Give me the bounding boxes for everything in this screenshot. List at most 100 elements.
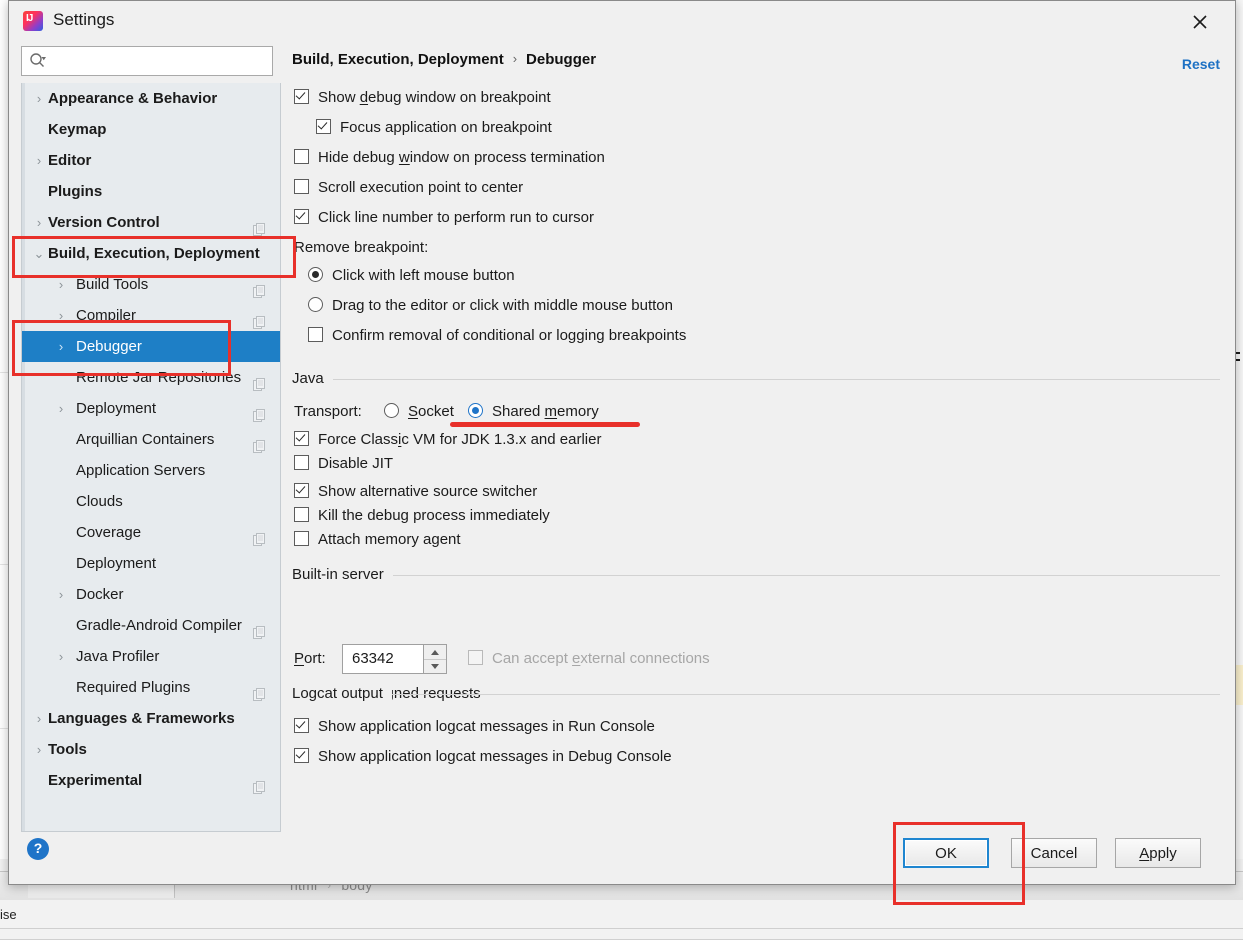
radio-dot[interactable] <box>468 403 483 418</box>
tree-item-languages-frameworks[interactable]: ›Languages & Frameworks <box>22 703 280 734</box>
close-icon[interactable] <box>1187 9 1213 35</box>
chevron-right-icon[interactable]: › <box>32 145 46 176</box>
spinner-up-icon[interactable] <box>424 645 446 659</box>
tree-item-label: Languages & Frameworks <box>48 703 235 734</box>
tree-item-compiler[interactable]: ›Compiler <box>22 300 280 331</box>
label-pre: Show alternative source switcher <box>318 483 537 500</box>
tree-item-deployment[interactable]: Deployment <box>22 548 280 579</box>
settings-content-panel: Build, Execution, Deployment›Debugger Re… <box>292 46 1221 824</box>
checkbox-hide-debug-window[interactable]: Hide debug window on process termination <box>294 149 605 166</box>
checkbox-disable-jit[interactable]: Disable JIT <box>294 455 393 472</box>
radio-dot[interactable] <box>384 403 399 418</box>
tree-item-docker[interactable]: ›Docker <box>22 579 280 610</box>
radio-transport-socket[interactable]: Socket <box>384 403 454 420</box>
checkbox-confirm-removal[interactable]: Confirm removal of conditional or loggin… <box>308 327 686 344</box>
label-pre: Shared <box>492 403 545 420</box>
tree-item-keymap[interactable]: Keymap <box>22 114 280 145</box>
checkbox-box[interactable] <box>294 718 309 733</box>
checkbox-box[interactable] <box>294 483 309 498</box>
label-mnemonic: S <box>408 403 418 420</box>
tree-item-experimental[interactable]: Experimental <box>22 765 280 796</box>
checkbox-show-alternative-source-switcher[interactable]: Show alternative source switcher <box>294 483 537 500</box>
radio-transport-shared-memory[interactable]: Shared memory <box>468 403 599 420</box>
tree-item-appearance-behavior[interactable]: ›Appearance & Behavior <box>22 83 280 114</box>
checkbox-logcat-debug-console[interactable]: Show application logcat messages in Debu… <box>294 748 672 765</box>
ok-button[interactable]: OK <box>903 838 989 868</box>
chevron-right-icon[interactable]: › <box>54 300 68 331</box>
checkbox-force-classic-vm[interactable]: Force Classic VM for JDK 1.3.x and earli… <box>294 431 601 448</box>
checkbox-box[interactable] <box>294 209 309 224</box>
tree-item-remote-jar-repositories[interactable]: Remote Jar Repositories <box>22 362 280 393</box>
chevron-right-icon[interactable]: › <box>32 83 46 114</box>
search-box[interactable] <box>21 46 273 76</box>
tree-item-build-execution-deployment[interactable]: ⌄Build, Execution, Deployment <box>22 238 280 269</box>
radio-drag-middle-mouse-button[interactable]: Drag to the editor or click with middle … <box>308 297 673 314</box>
spinner-down-icon[interactable] <box>424 659 446 674</box>
help-glyph: ? <box>27 840 49 856</box>
checkbox-box[interactable] <box>294 179 309 194</box>
port-value[interactable]: 63342 <box>352 650 394 667</box>
checkbox-focus-application[interactable]: Focus application on breakpoint <box>316 119 552 136</box>
tree-item-label: Deployment <box>76 548 156 579</box>
chevron-right-icon[interactable]: › <box>54 393 68 424</box>
chevron-right-icon[interactable]: › <box>54 579 68 610</box>
help-icon[interactable]: ? <box>27 838 49 860</box>
copy-settings-icon[interactable] <box>253 774 266 805</box>
group-divider <box>292 694 1220 695</box>
port-stepper[interactable]: 63342 <box>342 644 447 674</box>
tree-item-application-servers[interactable]: Application Servers <box>22 455 280 486</box>
apply-button[interactable]: Apply <box>1115 838 1201 868</box>
tree-item-label: Remote Jar Repositories <box>76 362 241 393</box>
tree-item-debugger[interactable]: ›Debugger <box>22 331 280 362</box>
checkbox-box[interactable] <box>294 748 309 763</box>
checkbox-click-line-number[interactable]: Click line number to perform run to curs… <box>294 209 594 226</box>
background-status-text: ise <box>0 907 17 922</box>
tree-item-coverage[interactable]: Coverage <box>22 517 280 548</box>
checkbox-attach-memory-agent[interactable]: Attach memory agent <box>294 531 461 548</box>
tree-item-label: Coverage <box>76 517 141 548</box>
chevron-right-icon[interactable]: › <box>32 734 46 765</box>
tree-item-java-profiler[interactable]: ›Java Profiler <box>22 641 280 672</box>
port-spin-buttons[interactable] <box>423 645 446 673</box>
checkbox-logcat-run-console[interactable]: Show application logcat messages in Run … <box>294 718 655 735</box>
reset-link[interactable]: Reset <box>1182 56 1220 72</box>
chevron-right-icon[interactable]: › <box>54 641 68 672</box>
cancel-button[interactable]: Cancel <box>1011 838 1097 868</box>
chevron-down-icon[interactable]: ⌄ <box>32 238 46 269</box>
radio-click-left-mouse-button[interactable]: Click with left mouse button <box>308 267 515 284</box>
checkbox-box[interactable] <box>294 507 309 522</box>
group-title: Logcat output <box>292 685 392 702</box>
label-post: ort: <box>304 650 326 667</box>
radio-dot[interactable] <box>308 267 323 282</box>
checkbox-box[interactable] <box>294 431 309 446</box>
tree-item-label: Arquillian Containers <box>76 424 214 455</box>
search-input[interactable] <box>54 47 270 75</box>
chevron-right-icon[interactable]: › <box>32 703 46 734</box>
chevron-right-icon[interactable]: › <box>54 331 68 362</box>
checkbox-box[interactable] <box>308 327 323 342</box>
checkbox-show-debug-window[interactable]: Show debug window on breakpoint <box>294 89 551 106</box>
tree-item-tools[interactable]: ›Tools <box>22 734 280 765</box>
radio-dot[interactable] <box>308 297 323 312</box>
tree-item-editor[interactable]: ›Editor <box>22 145 280 176</box>
tree-item-build-tools[interactable]: ›Build Tools <box>22 269 280 300</box>
tree-item-label: Version Control <box>48 207 160 238</box>
breadcrumb-root[interactable]: Build, Execution, Deployment <box>292 51 504 68</box>
checkbox-box[interactable] <box>294 89 309 104</box>
chevron-right-icon[interactable]: › <box>32 207 46 238</box>
checkbox-box[interactable] <box>294 531 309 546</box>
checkbox-box[interactable] <box>316 119 331 134</box>
settings-category-tree[interactable]: ›Appearance & BehaviorKeymap›EditorPlugi… <box>21 83 281 832</box>
tree-item-required-plugins[interactable]: Required Plugins <box>22 672 280 703</box>
chevron-right-icon[interactable]: › <box>54 269 68 300</box>
checkbox-box[interactable] <box>294 149 309 164</box>
tree-item-version-control[interactable]: ›Version Control <box>22 207 280 238</box>
checkbox-scroll-execution-point[interactable]: Scroll execution point to center <box>294 179 523 196</box>
tree-item-deployment[interactable]: ›Deployment <box>22 393 280 424</box>
tree-item-clouds[interactable]: Clouds <box>22 486 280 517</box>
tree-item-arquillian-containers[interactable]: Arquillian Containers <box>22 424 280 455</box>
tree-item-gradle-android-compiler[interactable]: Gradle-Android Compiler <box>22 610 280 641</box>
tree-item-plugins[interactable]: Plugins <box>22 176 280 207</box>
checkbox-kill-debug-process[interactable]: Kill the debug process immediately <box>294 507 550 524</box>
checkbox-box[interactable] <box>294 455 309 470</box>
